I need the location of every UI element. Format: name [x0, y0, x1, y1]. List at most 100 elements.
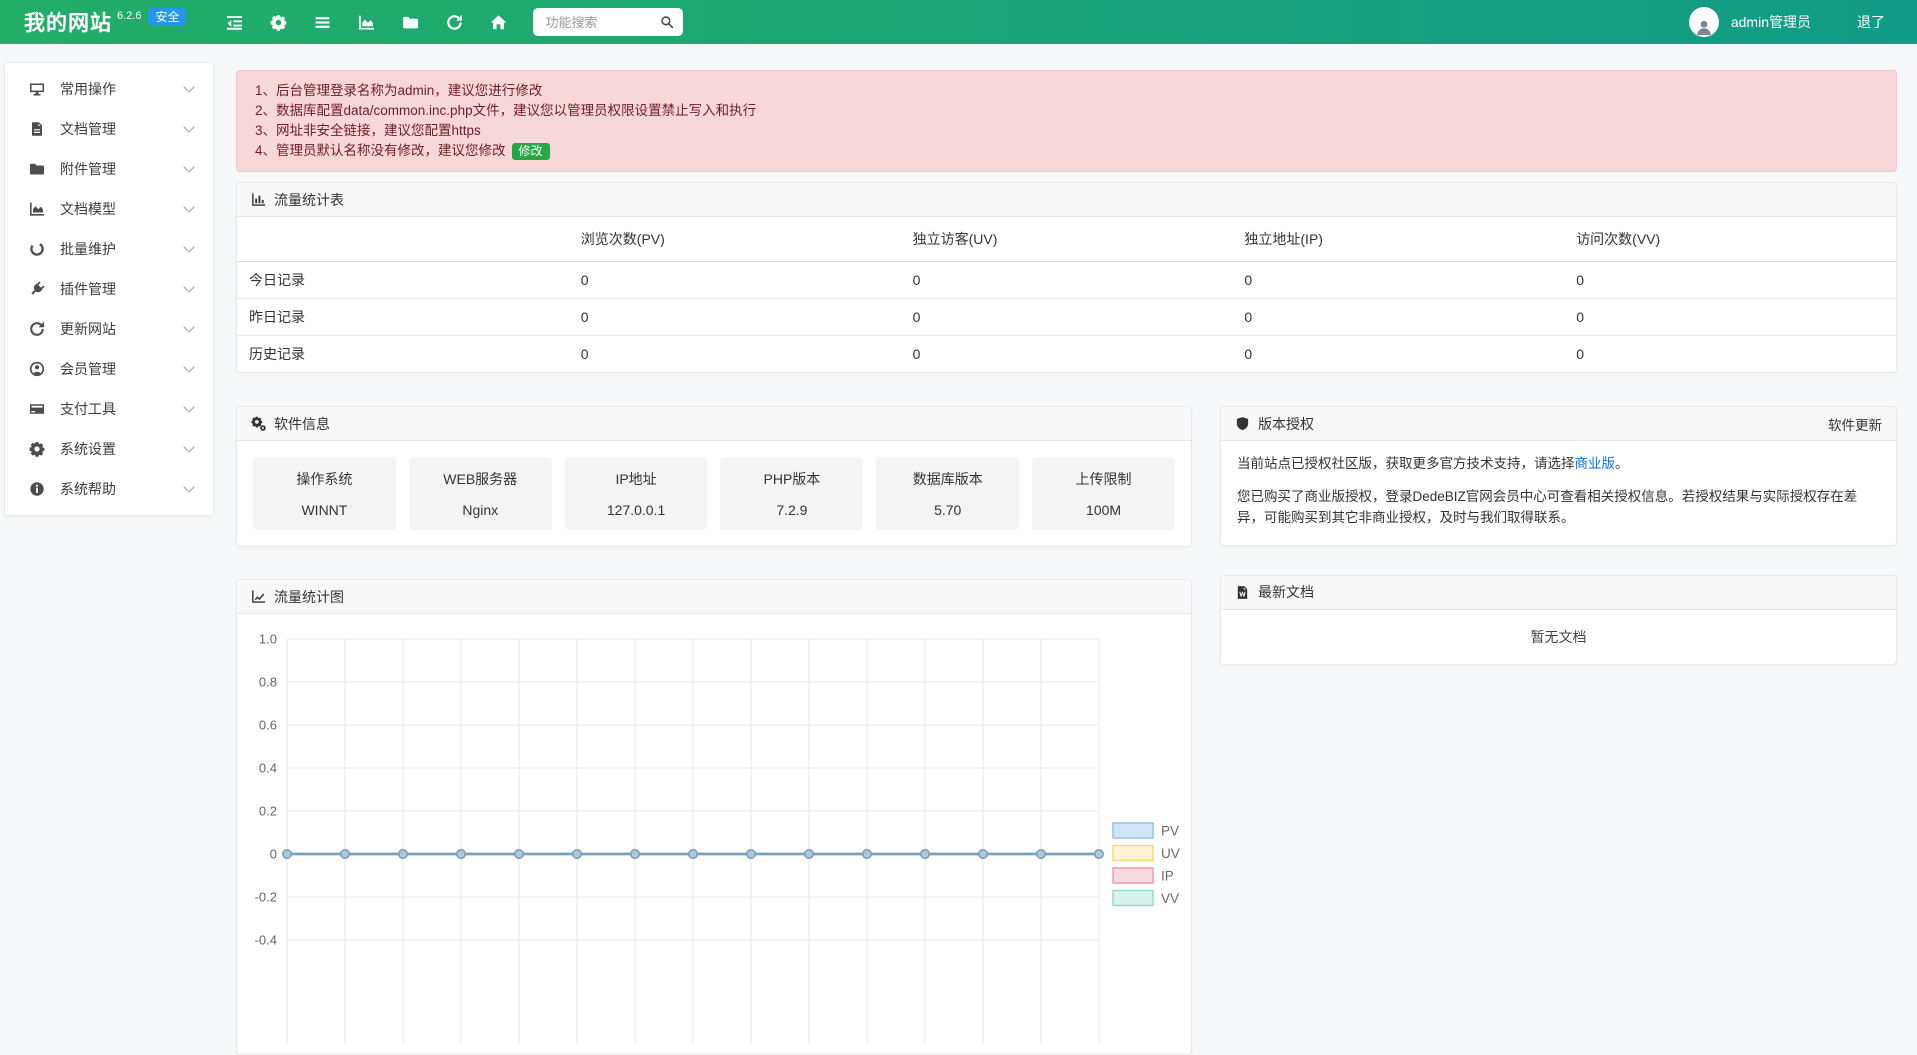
sidebar-item-system-settings[interactable]: 系统设置 [5, 429, 213, 469]
table-row-label: 今日记录 [237, 262, 569, 299]
svg-text:UV: UV [1161, 846, 1180, 861]
info-card-db-version: 数据库版本5.70 [876, 457, 1019, 530]
info-circle-icon [29, 481, 45, 497]
collapse-sidebar-icon[interactable] [226, 14, 243, 31]
table-cell: 0 [569, 336, 901, 373]
table-row-label: 历史记录 [237, 336, 569, 373]
table-cell: 0 [1232, 336, 1564, 373]
menu-icon[interactable] [314, 14, 331, 31]
table-col-header: 独立访客(UV) [901, 217, 1233, 262]
software-info-panel: 软件信息 操作系统WINNTWEB服务器NginxIP地址127.0.0.1PH… [236, 406, 1192, 547]
y-tick-label: 0.2 [259, 804, 277, 819]
line-chart-icon [251, 589, 266, 604]
desktop-icon [29, 81, 45, 97]
table-row: 历史记录0000 [237, 336, 1896, 373]
chevron-down-icon [183, 321, 194, 332]
legend-item-ip[interactable]: IP [1113, 868, 1174, 884]
data-point [979, 850, 987, 858]
refresh-icon[interactable] [446, 14, 463, 31]
alert-line: 3、网址非安全链接，建议您配置https [255, 121, 1878, 141]
license-text: 当前站点已授权社区版，获取更多官方技术支持，请选择 [1237, 456, 1575, 471]
data-point [863, 850, 871, 858]
legend-item-vv[interactable]: VV [1113, 891, 1179, 907]
table-col-header [237, 217, 569, 262]
software-info-cards: 操作系统WINNTWEB服务器NginxIP地址127.0.0.1PHP版本7.… [237, 441, 1191, 546]
info-card-label: PHP版本 [724, 469, 859, 489]
y-tick-label: 0 [270, 847, 277, 862]
person-icon [1694, 17, 1714, 37]
software-info-header: 软件信息 [237, 407, 1191, 441]
home-icon[interactable] [490, 14, 507, 31]
table-cell: 0 [1564, 262, 1896, 299]
sidebar-item-member-management[interactable]: 会员管理 [5, 349, 213, 389]
sidebar-item-common-operations[interactable]: 常用操作 [5, 69, 213, 109]
logout-link[interactable]: 退了 [1857, 12, 1885, 32]
chart-area-icon[interactable] [358, 14, 375, 31]
version-label: 6.2.6 [117, 10, 141, 22]
chevron-down-icon [183, 121, 194, 132]
sidebar-item-system-help[interactable]: 系统帮助 [5, 469, 213, 509]
panel-title: 版本授权 [1258, 414, 1314, 434]
latest-docs-empty: 暂无文档 [1221, 610, 1896, 664]
license-body: 当前站点已授权社区版，获取更多官方技术支持，请选择商业版。 您已购买了商业版授权… [1221, 441, 1896, 545]
y-tick-label: 0.6 [259, 718, 277, 733]
data-point [399, 850, 407, 858]
avatar[interactable] [1689, 7, 1719, 37]
y-tick-label: -0.2 [255, 890, 277, 905]
sidebar-item-label: 系统帮助 [60, 479, 116, 499]
y-tick-label: 0.8 [259, 675, 277, 690]
panel-title: 流量统计图 [274, 587, 344, 607]
data-point [921, 850, 929, 858]
folder-icon[interactable] [402, 14, 419, 31]
panel-title: 流量统计表 [274, 190, 344, 210]
legend-item-uv[interactable]: UV [1113, 846, 1180, 862]
credit-card-icon [29, 401, 45, 417]
sidebar-item-site-update[interactable]: 更新网站 [5, 309, 213, 349]
user-name[interactable]: admin管理员 [1731, 12, 1811, 32]
site-title[interactable]: 我的网站 [24, 7, 112, 37]
latest-docs-panel: 最新文档 暂无文档 [1220, 575, 1897, 665]
sidebar-item-attachment-management[interactable]: 附件管理 [5, 149, 213, 189]
info-card-value: WINNT [257, 502, 392, 518]
info-card-os: 操作系统WINNT [253, 457, 396, 530]
modify-button[interactable]: 修改 [512, 143, 550, 160]
svg-text:VV: VV [1161, 891, 1179, 906]
info-card-ip-address: IP地址127.0.0.1 [565, 457, 708, 530]
panel-title: 软件信息 [274, 414, 330, 434]
search-icon[interactable] [660, 15, 674, 29]
software-update-link[interactable]: 软件更新 [1828, 414, 1882, 434]
chevron-down-icon [183, 81, 194, 92]
business-version-link[interactable]: 商业版 [1575, 456, 1616, 471]
chevron-down-icon [183, 401, 194, 412]
sidebar-item-label: 附件管理 [60, 159, 116, 179]
info-card-label: IP地址 [569, 469, 704, 489]
sidebar-item-document-models[interactable]: 文档模型 [5, 189, 213, 229]
data-point [341, 850, 349, 858]
info-card-value: Nginx [413, 502, 548, 518]
sidebar-item-batch-maintenance[interactable]: 批量维护 [5, 229, 213, 269]
data-point [631, 850, 639, 858]
sidebar-item-label: 批量维护 [60, 239, 116, 259]
sidebar-item-plugin-management[interactable]: 插件管理 [5, 269, 213, 309]
sidebar-item-document-management[interactable]: 文档管理 [5, 109, 213, 149]
chart-area-icon [29, 201, 45, 217]
legend-item-pv[interactable]: PV [1113, 823, 1179, 839]
sidebar-item-payment-tools[interactable]: 支付工具 [5, 389, 213, 429]
latest-docs-header: 最新文档 [1221, 576, 1896, 610]
table-cell: 0 [901, 336, 1233, 373]
table-cell: 0 [1564, 299, 1896, 336]
gear-icon[interactable] [270, 14, 287, 31]
data-point [573, 850, 581, 858]
alert-warnings: 1、后台管理登录名称为admin，建议您进行修改2、数据库配置data/comm… [236, 70, 1897, 172]
data-point [689, 850, 697, 858]
chevron-down-icon [183, 361, 194, 372]
table-row: 今日记录0000 [237, 262, 1896, 299]
security-badge[interactable]: 安全 [148, 8, 186, 26]
navbar-user-area: admin管理员 退了 [1689, 7, 1885, 37]
chevron-down-icon [183, 161, 194, 172]
table-cell: 0 [901, 299, 1233, 336]
chevron-down-icon [183, 281, 194, 292]
table-row-label: 昨日记录 [237, 299, 569, 336]
table-cell: 0 [1564, 336, 1896, 373]
file-word-icon [1235, 585, 1250, 600]
